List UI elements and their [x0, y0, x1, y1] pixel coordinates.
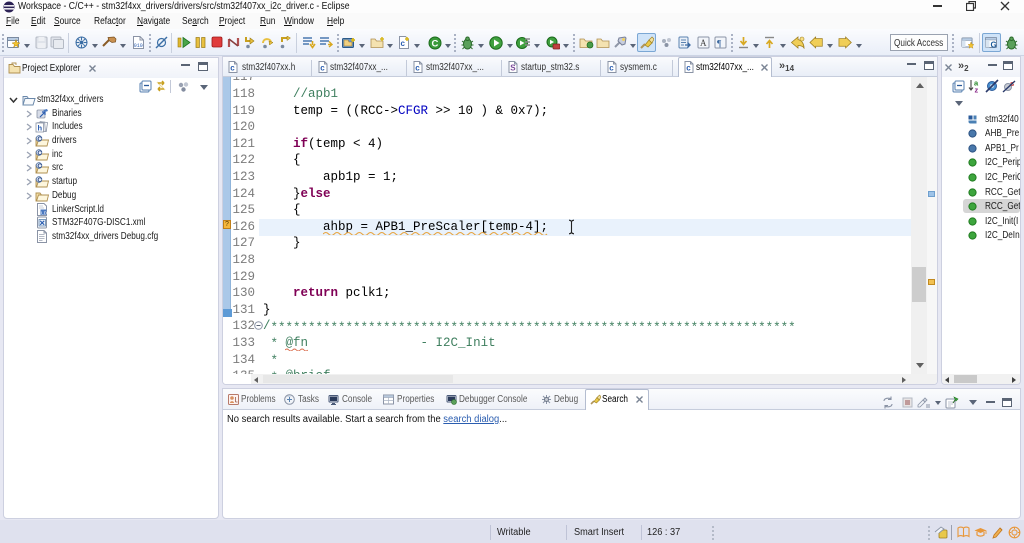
svg-text:A: A [700, 38, 707, 48]
svg-text:c: c [401, 39, 406, 48]
svg-text:C: C [37, 163, 42, 170]
svg-text:C: C [37, 136, 42, 143]
svg-text:C: C [432, 39, 439, 50]
svg-text:010: 010 [134, 43, 143, 49]
svg-text:C: C [37, 177, 42, 184]
svg-text:C: C [37, 150, 42, 157]
svg-text:z: z [975, 86, 979, 94]
svg-text:G: G [991, 41, 997, 50]
svg-text:¶: ¶ [717, 40, 722, 50]
svg-text:h: h [38, 124, 43, 133]
